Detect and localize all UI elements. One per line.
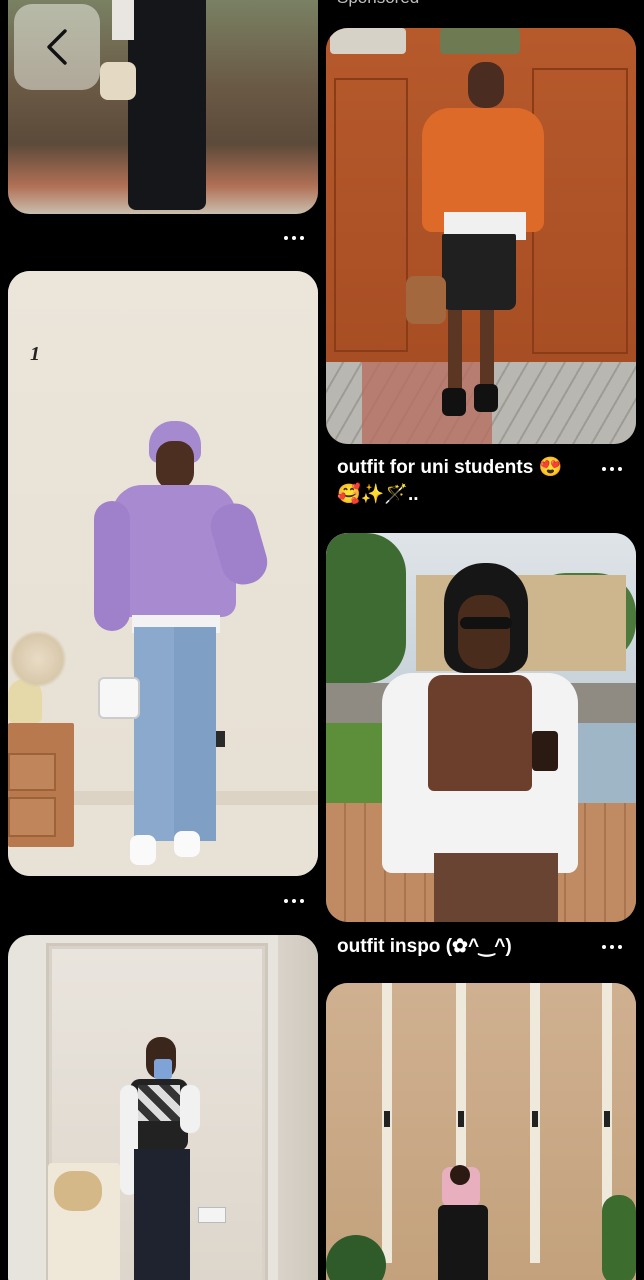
pin-image-jeans [134,627,174,841]
pin-image-face [468,62,504,108]
pin-image-face [458,595,510,669]
pin-image-figure-trousers [134,1149,190,1280]
more-options-button[interactable] [594,460,630,478]
more-icon [602,467,606,471]
more-options-button[interactable] [594,938,630,956]
more-icon [284,236,288,240]
more-icon [284,899,288,903]
pin-image-trees [326,533,406,683]
pin-image-bag [100,62,136,100]
pin-caption[interactable]: outfit for uni students 😍 [337,454,587,482]
pin-image-vest [428,675,532,791]
more-icon [602,945,606,949]
more-options-button[interactable] [276,229,312,247]
pin-card[interactable] [326,983,636,1280]
chevron-left-icon [47,29,67,65]
pin-card[interactable] [326,533,636,922]
pin-image-handbag [98,677,140,719]
pin-overlay-number: 1 [30,343,40,365]
pin-card[interactable] [8,935,318,1280]
sponsored-label: Sponsored [337,0,419,8]
pin-image-face [156,441,194,489]
pin-card-sponsored[interactable] [326,28,636,444]
back-button[interactable] [14,4,100,90]
more-options-button[interactable] [276,892,312,910]
pin-caption[interactable]: outfit inspo (✿^‿^) [337,933,587,961]
pin-image-subject-shirt [112,0,134,40]
pin-image-bag [406,276,446,324]
pin-image-skirt [442,234,516,310]
pin-image-sneakers [130,835,156,865]
pin-image-trousers [434,853,558,922]
pin-image-subject [128,0,206,210]
pin-card[interactable]: 1 [8,271,318,876]
pin-caption-emoji: 🥰✨🪄.. [337,484,419,505]
